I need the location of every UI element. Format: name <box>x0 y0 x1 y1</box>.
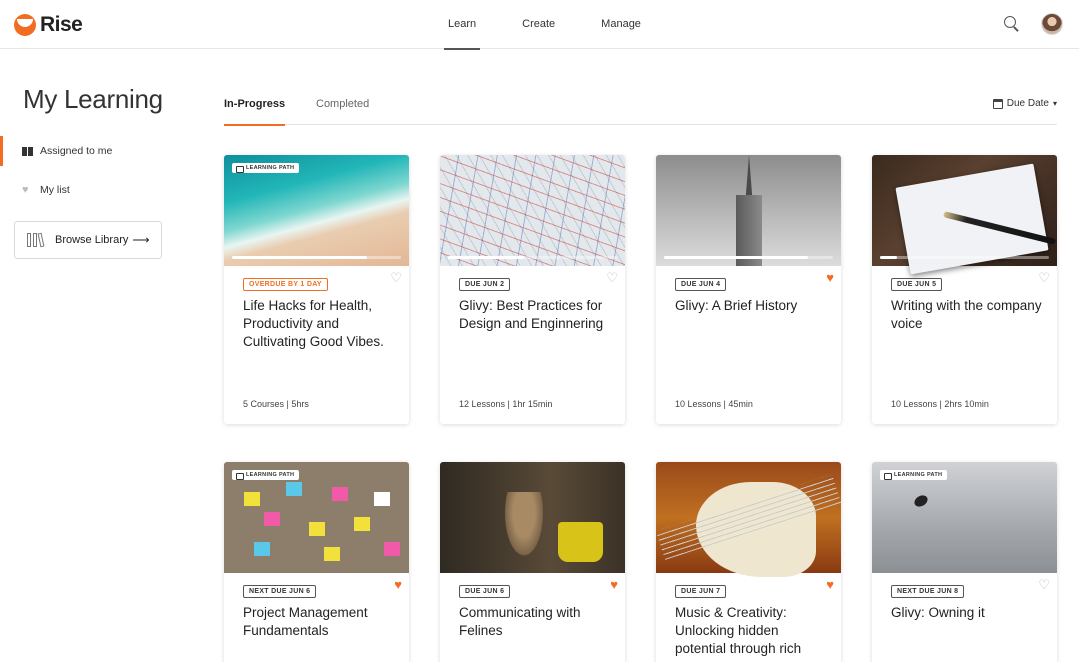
sidebar-item-my-list[interactable]: ♥ My list <box>0 175 190 205</box>
calendar-icon <box>992 98 1003 109</box>
due-badge: DUE JUN 4 <box>675 278 727 291</box>
rise-logo[interactable]: Rise <box>14 13 83 37</box>
nav-learn[interactable]: Learn <box>440 0 484 50</box>
top-bar: Rise Learn Create Manage <box>0 0 1079 50</box>
progress-bar <box>880 256 1049 259</box>
book-icon <box>22 146 33 156</box>
sort-dropdown[interactable]: Due Date ▾ <box>992 98 1057 109</box>
course-meta: 10 Lessons | 2hrs 10min <box>891 399 989 409</box>
heart-icon[interactable]: ♥ <box>826 578 834 591</box>
learning-path-tag: LEARNING PATH <box>880 470 948 480</box>
due-badge: NEXT DUE JUN 6 <box>243 585 317 598</box>
heart-icon[interactable]: ♡ <box>1038 578 1050 591</box>
course-thumbnail: LEARNING PATH <box>872 462 1057 573</box>
tab-in-progress[interactable]: In-Progress <box>224 98 286 126</box>
nav-create[interactable]: Create <box>514 0 563 49</box>
progress-bar <box>448 256 617 259</box>
due-badge: NEXT DUE JUN 8 <box>891 585 965 598</box>
learning-path-tag: LEARNING PATH <box>232 163 300 173</box>
course-title: Life Hacks for Health, Productivity and … <box>243 298 384 349</box>
sidebar-item-label: My list <box>40 184 70 196</box>
course-thumbnail <box>656 155 841 266</box>
nav-manage[interactable]: Manage <box>593 0 649 49</box>
course-title: Communicating with Felines <box>459 605 581 638</box>
course-meta: 5 Courses | 5hrs <box>243 399 309 409</box>
heart-icon[interactable]: ♡ <box>606 271 618 284</box>
learning-tabs: In-Progress Completed Due Date ▾ <box>224 92 1057 126</box>
app-name: Rise <box>40 13 83 36</box>
learning-path-tag: LEARNING PATH <box>232 470 300 480</box>
course-thumbnail: LEARNING PATH <box>224 462 409 573</box>
heart-icon[interactable]: ♥ <box>610 578 618 591</box>
course-thumbnail <box>440 462 625 573</box>
course-title: Writing with the company voice <box>891 298 1042 331</box>
browse-library-label: Browse Library <box>55 234 129 246</box>
avatar[interactable] <box>1041 13 1063 35</box>
course-thumbnail <box>440 155 625 266</box>
course-card[interactable]: LEARNING PATH NEXT DUE JUN 8 ♡ Glivy: Ow… <box>872 462 1057 662</box>
library-icon <box>27 232 45 248</box>
heart-icon: ♥ <box>22 184 29 196</box>
course-thumbnail <box>872 155 1057 275</box>
course-card[interactable]: DUE JUN 7 ♥ Music & Creativity: Unlockin… <box>656 462 841 662</box>
tab-completed[interactable]: Completed <box>316 98 369 125</box>
sidebar-item-label: Assigned to me <box>40 145 113 157</box>
due-badge: OVERDUE BY 1 DAY <box>243 278 328 291</box>
heart-icon[interactable]: ♡ <box>390 271 402 284</box>
sort-label: Due Date <box>1006 98 1049 109</box>
heart-icon[interactable]: ♥ <box>826 271 834 284</box>
browse-library-button[interactable]: Browse Library ⟶ <box>14 221 162 259</box>
course-meta: 10 Lessons | 45min <box>675 399 753 409</box>
due-badge: DUE JUN 7 <box>675 585 727 598</box>
rise-logo-icon <box>14 14 36 36</box>
course-title: Project Management Fundamentals <box>243 605 368 638</box>
due-badge: DUE JUN 2 <box>459 278 511 291</box>
due-badge: DUE JUN 5 <box>891 278 943 291</box>
course-thumbnail: LEARNING PATH <box>224 155 409 266</box>
progress-bar <box>664 256 833 259</box>
course-card[interactable]: DUE JUN 5 ♡ Writing with the company voi… <box>872 155 1057 424</box>
course-meta: 12 Lessons | 1hr 15min <box>459 399 553 409</box>
heart-icon[interactable]: ♥ <box>394 578 402 591</box>
sidebar-item-assigned[interactable]: Assigned to me <box>0 136 190 166</box>
course-thumbnail <box>656 462 841 577</box>
course-title: Glivy: A Brief History <box>675 298 798 313</box>
search-icon[interactable] <box>1003 15 1021 33</box>
course-card[interactable]: DUE JUN 4 ♥ Glivy: A Brief History 10 Le… <box>656 155 841 424</box>
progress-bar <box>232 256 401 259</box>
chevron-down-icon: ▾ <box>1052 99 1057 108</box>
course-title: Glivy: Owning it <box>891 605 985 620</box>
course-card[interactable]: LEARNING PATH OVERDUE BY 1 DAY ♡ Life Ha… <box>224 155 409 424</box>
course-card[interactable]: DUE JUN 6 ♥ Communicating with Felines <box>440 462 625 662</box>
due-badge: DUE JUN 6 <box>459 585 511 598</box>
arrow-right-icon: ⟶ <box>132 233 150 247</box>
page-title: My Learning <box>23 84 163 114</box>
course-card[interactable]: LEARNING PATH NEXT DUE JUN 6 ♥ Project M… <box>224 462 409 662</box>
course-title: Glivy: Best Practices for Design and Eng… <box>459 298 604 331</box>
course-title: Music & Creativity: Unlocking hidden pot… <box>675 605 802 656</box>
heart-icon[interactable]: ♡ <box>1038 271 1050 284</box>
course-card[interactable]: DUE JUN 2 ♡ Glivy: Best Practices for De… <box>440 155 625 424</box>
main-nav: Learn Create Manage <box>440 0 679 50</box>
